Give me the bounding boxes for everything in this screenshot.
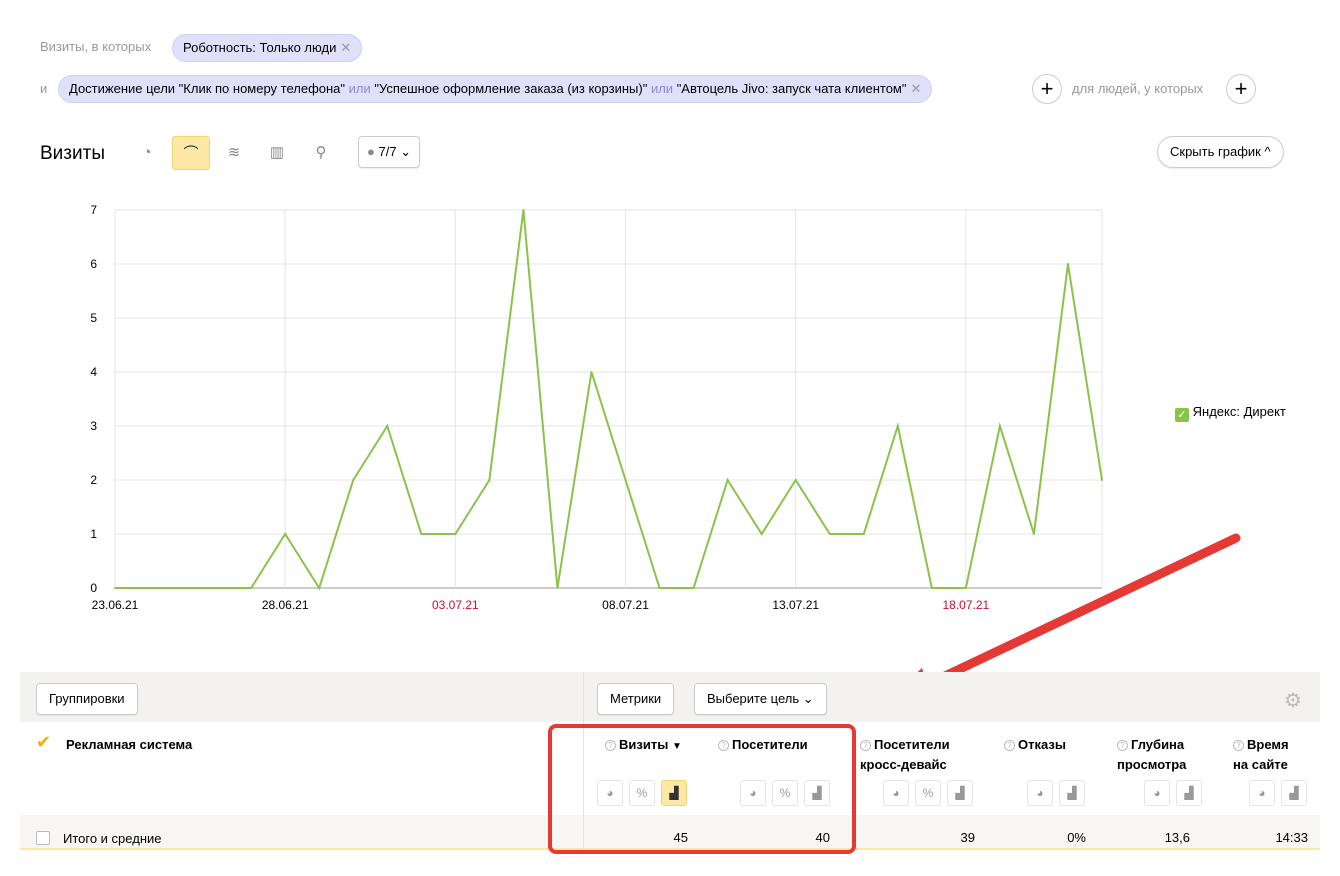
help-icon[interactable]: ? xyxy=(1233,740,1244,751)
data-point xyxy=(794,479,797,481)
y-tick-label: 3 xyxy=(90,419,97,433)
help-icon[interactable]: ? xyxy=(1117,740,1128,751)
data-point xyxy=(692,587,695,589)
data-point xyxy=(1066,263,1069,265)
x-tick-label: 18.07.21 xyxy=(943,598,990,612)
x-tick-label: 03.07.21 xyxy=(432,598,479,612)
choose-goal-button[interactable]: Выберите цель ⌄ xyxy=(694,683,827,715)
groupings-button[interactable]: Группировки xyxy=(36,683,138,715)
metrics-button[interactable]: Метрики xyxy=(597,683,675,715)
bars-icon[interactable]: ▟ xyxy=(1281,780,1307,806)
data-point xyxy=(1101,479,1103,481)
total-bounces: 0% xyxy=(1067,830,1086,845)
data-point xyxy=(182,587,185,589)
y-tick-label: 0 xyxy=(90,581,97,595)
data-point xyxy=(590,371,593,373)
data-point xyxy=(896,425,899,427)
total-time: 14:33 xyxy=(1275,830,1308,845)
total-crossdevice: 39 xyxy=(960,830,975,845)
y-tick-label: 7 xyxy=(90,203,97,217)
pie-icon[interactable]: ◕ xyxy=(1249,780,1275,806)
data-point xyxy=(318,587,321,589)
column-depth[interactable]: ? Глубина просмотра xyxy=(1117,735,1186,775)
data-point xyxy=(862,533,865,535)
data-point xyxy=(1032,533,1035,535)
data-point xyxy=(522,209,525,211)
data-point xyxy=(930,587,933,589)
totals-label: Итого и средние xyxy=(63,831,162,846)
choose-goal-label: Выберите цель xyxy=(707,691,800,706)
data-point xyxy=(488,479,491,481)
data-point xyxy=(624,479,627,481)
data-point xyxy=(998,425,1001,427)
data-point xyxy=(216,587,219,589)
help-icon[interactable]: ? xyxy=(1004,740,1015,751)
highlight-box xyxy=(548,724,856,854)
total-depth: 13,6 xyxy=(1164,830,1190,845)
data-point xyxy=(114,587,116,589)
bars-icon[interactable]: ▟ xyxy=(947,780,973,806)
x-tick-label: 28.06.21 xyxy=(262,598,309,612)
pie-icon[interactable]: ◕ xyxy=(1027,780,1053,806)
data-point xyxy=(556,587,559,589)
y-tick-label: 5 xyxy=(90,311,97,325)
data-point xyxy=(964,587,967,589)
help-icon[interactable]: ? xyxy=(860,740,871,751)
data-point xyxy=(352,479,355,481)
gear-icon[interactable]: ⚙ xyxy=(1284,688,1302,713)
data-point xyxy=(250,587,253,589)
data-point xyxy=(658,587,661,589)
pie-icon[interactable]: ◕ xyxy=(883,780,909,806)
legend-item[interactable]: ✓ Яндекс: Директ xyxy=(1175,404,1286,422)
data-point xyxy=(386,425,389,427)
data-point xyxy=(284,533,287,535)
column-time[interactable]: ? Время на сайте xyxy=(1233,735,1289,775)
y-tick-label: 1 xyxy=(90,527,97,541)
x-tick-label: 08.07.21 xyxy=(602,598,649,612)
percent-icon[interactable]: % xyxy=(915,780,941,806)
column-crossdevice[interactable]: ? Посетители кросс-девайс xyxy=(860,735,950,775)
legend-label: Яндекс: Директ xyxy=(1192,404,1286,419)
pie-icon[interactable]: ◕ xyxy=(1144,780,1170,806)
checkbox-checked-icon[interactable]: ✔ xyxy=(36,732,51,753)
chevron-down-icon: ⌄ xyxy=(802,691,814,706)
bars-icon[interactable]: ▟ xyxy=(1176,780,1202,806)
totals-checkbox[interactable] xyxy=(36,831,50,845)
x-tick-label: 23.06.21 xyxy=(92,598,139,612)
dimension-header[interactable]: Рекламная система xyxy=(66,735,192,755)
bars-icon[interactable]: ▟ xyxy=(1059,780,1085,806)
x-tick-label: 13.07.21 xyxy=(772,598,819,612)
data-point xyxy=(760,533,763,535)
checkbox-checked-icon: ✓ xyxy=(1175,408,1189,422)
data-point xyxy=(726,479,729,481)
y-tick-label: 4 xyxy=(90,365,97,379)
y-tick-label: 6 xyxy=(90,257,97,271)
series-line xyxy=(115,209,1103,591)
data-point xyxy=(454,533,457,535)
data-point xyxy=(828,533,831,535)
column-bounces[interactable]: ? Отказы xyxy=(1004,735,1066,755)
data-point xyxy=(420,533,423,535)
data-point xyxy=(148,587,151,589)
y-tick-label: 2 xyxy=(90,473,97,487)
